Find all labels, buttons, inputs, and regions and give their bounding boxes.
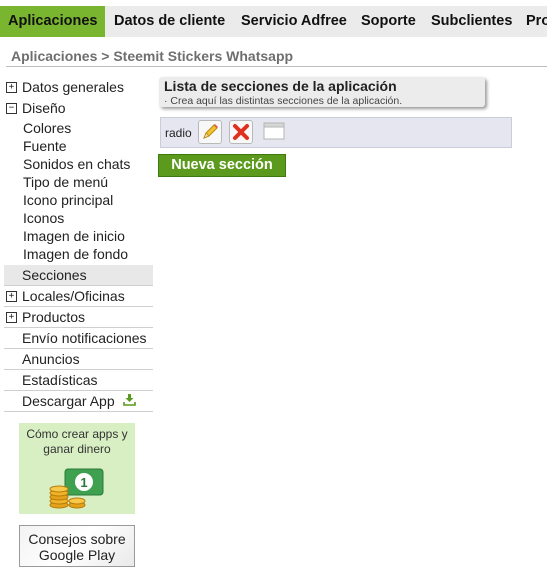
delete-section-button[interactable] (229, 120, 253, 144)
expand-icon[interactable]: + (6, 312, 17, 323)
tab-subclientes[interactable]: Subclientes (423, 6, 520, 37)
tab-servicio-adfree[interactable]: Servicio Adfree (233, 6, 355, 37)
page-title: Lista de secciones de la aplicación (164, 78, 397, 94)
money-icon: 1 (49, 468, 104, 509)
tab-pro[interactable]: Pro (518, 6, 547, 37)
section-settings-button[interactable] (262, 120, 285, 142)
collapse-icon[interactable]: − (6, 103, 17, 114)
new-section-button[interactable]: Nueva sección (158, 154, 286, 177)
section-row: radio (160, 117, 512, 148)
section-name: radio (165, 126, 192, 140)
sidebar-item-label: Descargar App (22, 393, 136, 409)
edit-section-button[interactable] (198, 120, 222, 144)
sidebar-subitem-fuente[interactable]: Fuente (23, 138, 67, 154)
sidebar-item-secciones[interactable]: Secciones (4, 265, 153, 286)
tab-aplicaciones[interactable]: Aplicaciones (0, 6, 106, 37)
sidebar-item-label: Locales/Oficinas (22, 288, 125, 304)
download-icon (122, 393, 136, 409)
sidebar-item-label: Diseño (22, 100, 66, 116)
sidebar-item-label: Anuncios (22, 351, 80, 367)
pencil-icon (203, 124, 218, 139)
descargar-label: Descargar App (22, 393, 115, 409)
delete-x-icon (233, 124, 249, 140)
sidebar-item-label: Envío notificaciones (22, 330, 147, 346)
ad-crear-apps-banner[interactable]: Cómo crear apps y ganar dinero 1 (19, 423, 135, 514)
sidebar-subitem-imagen-inicio[interactable]: Imagen de inicio (23, 228, 125, 244)
sidebar-subitem-imagen-fondo[interactable]: Imagen de fondo (23, 246, 128, 262)
sidebar-item-label: Secciones (22, 267, 87, 283)
ad-consejos-text: Consejos sobre Google Play (28, 531, 126, 563)
sidebar-subitem-sonidos[interactable]: Sonidos en chats (23, 156, 130, 172)
sections-header: Lista de secciones de la aplicación · Cr… (159, 77, 485, 107)
sidebar-item-label: Productos (22, 309, 86, 325)
sidebar-item-descargar[interactable]: Descargar App (4, 391, 153, 412)
sidebar-subitem-tipo-menu[interactable]: Tipo de menú (23, 174, 108, 190)
sidebar-item-estadisticas[interactable]: Estadísticas (4, 370, 153, 391)
sidebar-item-label: Datos generales (22, 79, 124, 95)
sidebar-item-envio[interactable]: Envío notificaciones (4, 328, 153, 349)
top-nav: Aplicaciones Datos de cliente Servicio A… (0, 6, 547, 37)
sidebar-subitem-iconos[interactable]: Iconos (23, 210, 64, 226)
sidebar-subitem-colores[interactable]: Colores (23, 120, 71, 136)
sidebar-item-productos[interactable]: + Productos (4, 307, 153, 328)
expand-icon[interactable]: + (6, 82, 17, 93)
sidebar-item-locales[interactable]: + Locales/Oficinas (4, 286, 153, 307)
page-description: · Crea aquí las distintas secciones de l… (164, 95, 403, 107)
expand-icon[interactable]: + (6, 291, 17, 302)
sidebar-item-datos-generales[interactable]: + Datos generales (4, 77, 153, 97)
svg-text:1: 1 (80, 475, 87, 490)
sidebar-subitem-icono-principal[interactable]: Icono principal (23, 192, 113, 208)
sidebar-item-anuncios[interactable]: Anuncios (4, 349, 153, 370)
tab-soporte[interactable]: Soporte (353, 6, 424, 37)
breadcrumb-divider (6, 66, 547, 67)
sidebar-item-label: Estadísticas (22, 372, 98, 388)
ad-consejos-google-play[interactable]: Consejos sobre Google Play (19, 525, 135, 567)
sidebar-item-diseno[interactable]: − Diseño (4, 98, 153, 118)
window-icon (263, 122, 285, 140)
tab-datos-de-cliente[interactable]: Datos de cliente (106, 6, 233, 37)
breadcrumb: Aplicaciones > Steemit Stickers Whatsapp (11, 48, 294, 64)
ad-crear-apps-text: Cómo crear apps y ganar dinero (26, 427, 128, 456)
